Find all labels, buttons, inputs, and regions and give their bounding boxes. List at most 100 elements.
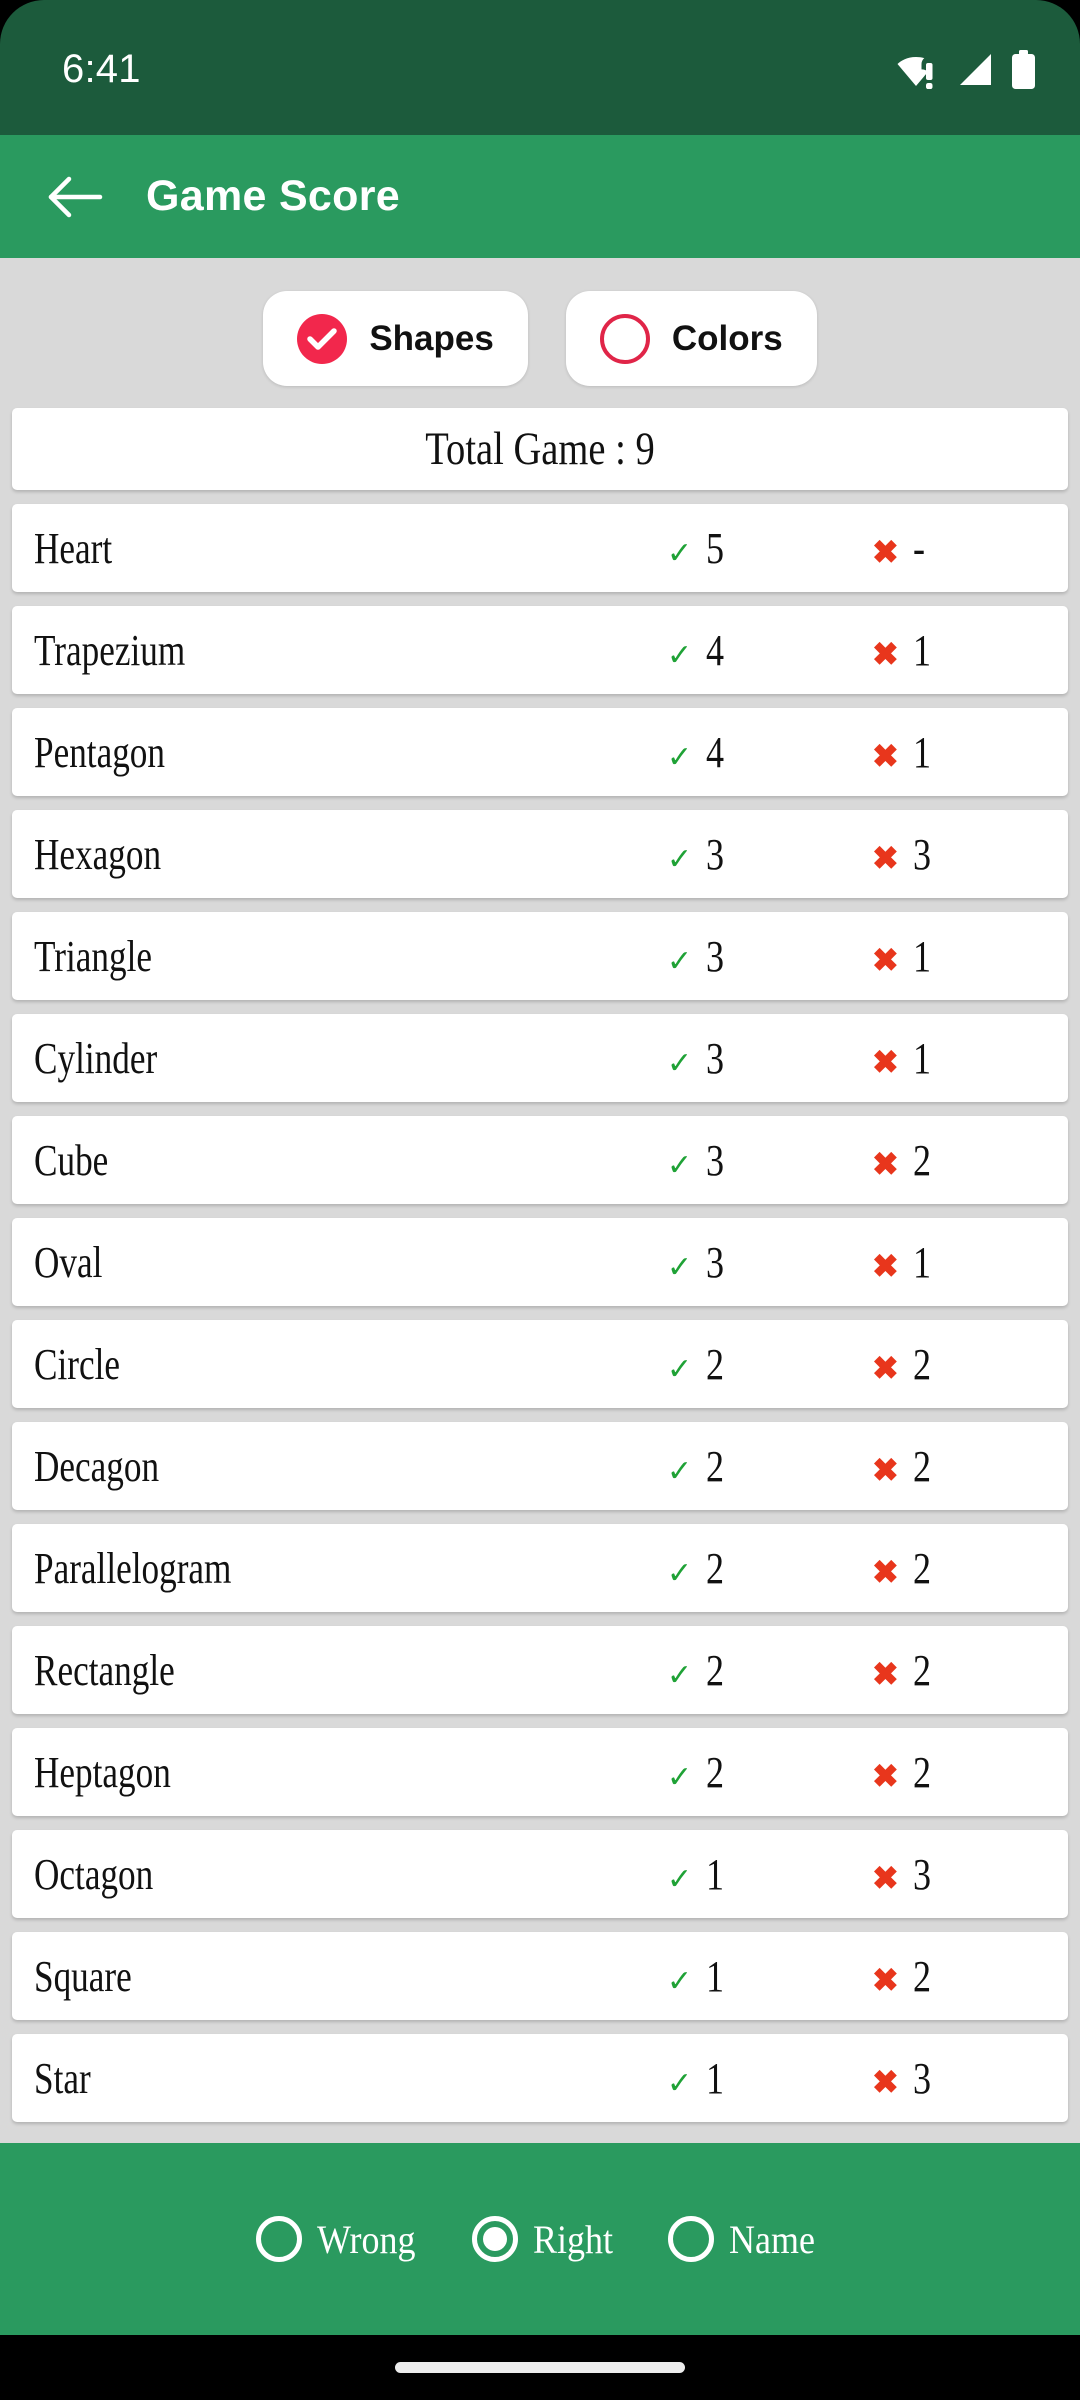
- cellular-signal-icon: [960, 53, 991, 85]
- row-wrong-count: 3: [912, 1849, 931, 1899]
- row-wrong-cell: ✖ 1: [872, 727, 935, 778]
- row-right-count: 1: [706, 1951, 725, 2001]
- table-row[interactable]: Octagon ✓ 1 ✖ 3: [12, 1830, 1068, 1918]
- row-shape-name: Heart: [34, 523, 113, 573]
- row-wrong-cell: ✖ 1: [872, 931, 935, 982]
- row-right-cell: ✓ 3: [667, 1033, 728, 1084]
- table-row[interactable]: Trapezium ✓ 4 ✖ 1: [12, 606, 1068, 694]
- table-row[interactable]: Triangle ✓ 3 ✖ 1: [12, 912, 1068, 1000]
- row-right-count: 1: [706, 2053, 725, 2103]
- table-row[interactable]: Square ✓ 1 ✖ 2: [12, 1932, 1068, 2020]
- row-wrong-cell: ✖ 3: [872, 2053, 935, 2104]
- row-wrong-cell: ✖ 2: [872, 1645, 935, 1696]
- table-row[interactable]: Oval ✓ 3 ✖ 1: [12, 1218, 1068, 1306]
- shapes-selected-icon: [297, 313, 348, 364]
- check-mark-icon: ✓: [667, 740, 693, 774]
- table-row[interactable]: Circle ✓ 2 ✖ 2: [12, 1320, 1068, 1408]
- check-mark-icon: ✓: [667, 1658, 693, 1692]
- content-area: Shapes Colors Total Game : 9 Heart ✓ 5 ✖ - Tr…: [0, 258, 1080, 2143]
- table-row[interactable]: Decagon ✓ 2 ✖ 2: [12, 1422, 1068, 1510]
- table-row[interactable]: Cylinder ✓ 3 ✖ 1: [12, 1014, 1068, 1102]
- row-wrong-cell: ✖ 2: [872, 1441, 935, 1492]
- table-row[interactable]: Hexagon ✓ 3 ✖ 3: [12, 810, 1068, 898]
- row-right-count: 3: [706, 1135, 725, 1185]
- row-wrong-cell: ✖ 2: [872, 1747, 935, 1798]
- row-right-cell: ✓ 3: [667, 931, 728, 982]
- row-wrong-count: 2: [912, 1951, 931, 2001]
- sort-option-wrong[interactable]: Wrong: [255, 2216, 426, 2263]
- row-right-cell: ✓ 1: [667, 1951, 728, 2002]
- row-shape-name: Parallelogram: [34, 1543, 232, 1593]
- check-mark-icon: ✓: [667, 1250, 693, 1284]
- check-mark-icon: ✓: [667, 1556, 693, 1590]
- colors-unselected-icon: [599, 313, 650, 364]
- table-row[interactable]: Parallelogram ✓ 2 ✖ 2: [12, 1524, 1068, 1612]
- check-mark-icon: ✓: [667, 536, 693, 570]
- cross-mark-icon: ✖: [872, 1451, 899, 1488]
- cross-mark-icon: ✖: [872, 533, 899, 570]
- sort-option-right[interactable]: Right: [472, 2216, 622, 2263]
- row-shape-name: Cube: [34, 1135, 109, 1185]
- row-wrong-count: 1: [912, 1033, 931, 1083]
- row-wrong-count: 2: [912, 1543, 931, 1593]
- cross-mark-icon: ✖: [872, 635, 899, 672]
- cross-mark-icon: ✖: [872, 1145, 899, 1182]
- back-button[interactable]: [44, 166, 106, 228]
- row-shape-name: Oval: [34, 1237, 103, 1287]
- battery-full-icon: [1012, 50, 1035, 89]
- phone-screen: 6:41 Game Score Shapes Colors Total Game…: [0, 0, 1080, 2400]
- table-row[interactable]: Heptagon ✓ 2 ✖ 2: [12, 1728, 1068, 1816]
- cross-mark-icon: ✖: [872, 1247, 899, 1284]
- check-mark-icon: ✓: [667, 1454, 693, 1488]
- row-shape-name: Heptagon: [34, 1747, 171, 1797]
- row-right-count: 3: [706, 931, 725, 981]
- check-mark-icon: ✓: [667, 1760, 693, 1794]
- toggle-chip-colors[interactable]: Colors: [565, 291, 817, 386]
- row-wrong-cell: ✖ 3: [872, 1849, 935, 1900]
- row-wrong-cell: ✖ 2: [872, 1339, 935, 1390]
- check-mark-icon: ✓: [667, 944, 693, 978]
- row-right-cell: ✓ 4: [667, 727, 728, 778]
- row-wrong-cell: ✖ 2: [872, 1543, 935, 1594]
- cross-mark-icon: ✖: [872, 1757, 899, 1794]
- total-game-label: Total Game : 9: [425, 423, 655, 475]
- row-right-count: 2: [706, 1339, 725, 1389]
- system-nav-bar: [0, 2335, 1080, 2400]
- table-row[interactable]: Star ✓ 1 ✖ 3: [12, 2034, 1068, 2122]
- row-wrong-count: 2: [912, 1339, 931, 1389]
- home-gesture-handle[interactable]: [395, 2362, 685, 2373]
- check-mark-icon: ✓: [667, 2066, 693, 2100]
- row-right-cell: ✓ 1: [667, 2053, 728, 2104]
- row-shape-name: Pentagon: [34, 727, 166, 777]
- row-shape-name: Octagon: [34, 1849, 154, 1899]
- row-wrong-cell: ✖ 1: [872, 1237, 935, 1288]
- row-right-cell: ✓ 2: [667, 1543, 728, 1594]
- row-shape-name: Trapezium: [34, 625, 186, 675]
- check-mark-icon: ✓: [667, 1046, 693, 1080]
- row-shape-name: Hexagon: [34, 829, 162, 879]
- wifi-warning-icon: [897, 56, 933, 89]
- toggle-chip-shapes[interactable]: Shapes: [263, 291, 528, 386]
- row-right-cell: ✓ 3: [667, 829, 728, 880]
- row-shape-name: Star: [34, 2053, 91, 2103]
- row-right-count: 2: [706, 1543, 725, 1593]
- row-wrong-count: 2: [912, 1441, 931, 1491]
- row-right-count: 2: [706, 1645, 725, 1695]
- row-right-count: 2: [706, 1441, 725, 1491]
- row-shape-name: Square: [34, 1951, 132, 2001]
- table-row[interactable]: Heart ✓ 5 ✖ -: [12, 504, 1068, 592]
- sort-option-label: Right: [533, 2216, 614, 2262]
- status-bar: 6:41: [0, 0, 1080, 135]
- row-right-cell: ✓ 1: [667, 1849, 728, 1900]
- toggle-chip-shapes-label: Shapes: [369, 318, 494, 358]
- row-wrong-count: 1: [912, 1237, 931, 1287]
- table-row[interactable]: Rectangle ✓ 2 ✖ 2: [12, 1626, 1068, 1714]
- row-shape-name: Decagon: [34, 1441, 160, 1491]
- table-row[interactable]: Pentagon ✓ 4 ✖ 1: [12, 708, 1068, 796]
- toggle-chip-colors-label: Colors: [671, 318, 783, 358]
- row-right-count: 2: [706, 1747, 725, 1797]
- sort-option-name[interactable]: Name: [667, 2216, 825, 2263]
- check-mark-icon: ✓: [667, 638, 693, 672]
- table-row[interactable]: Cube ✓ 3 ✖ 2: [12, 1116, 1068, 1204]
- row-right-cell: ✓ 2: [667, 1645, 728, 1696]
